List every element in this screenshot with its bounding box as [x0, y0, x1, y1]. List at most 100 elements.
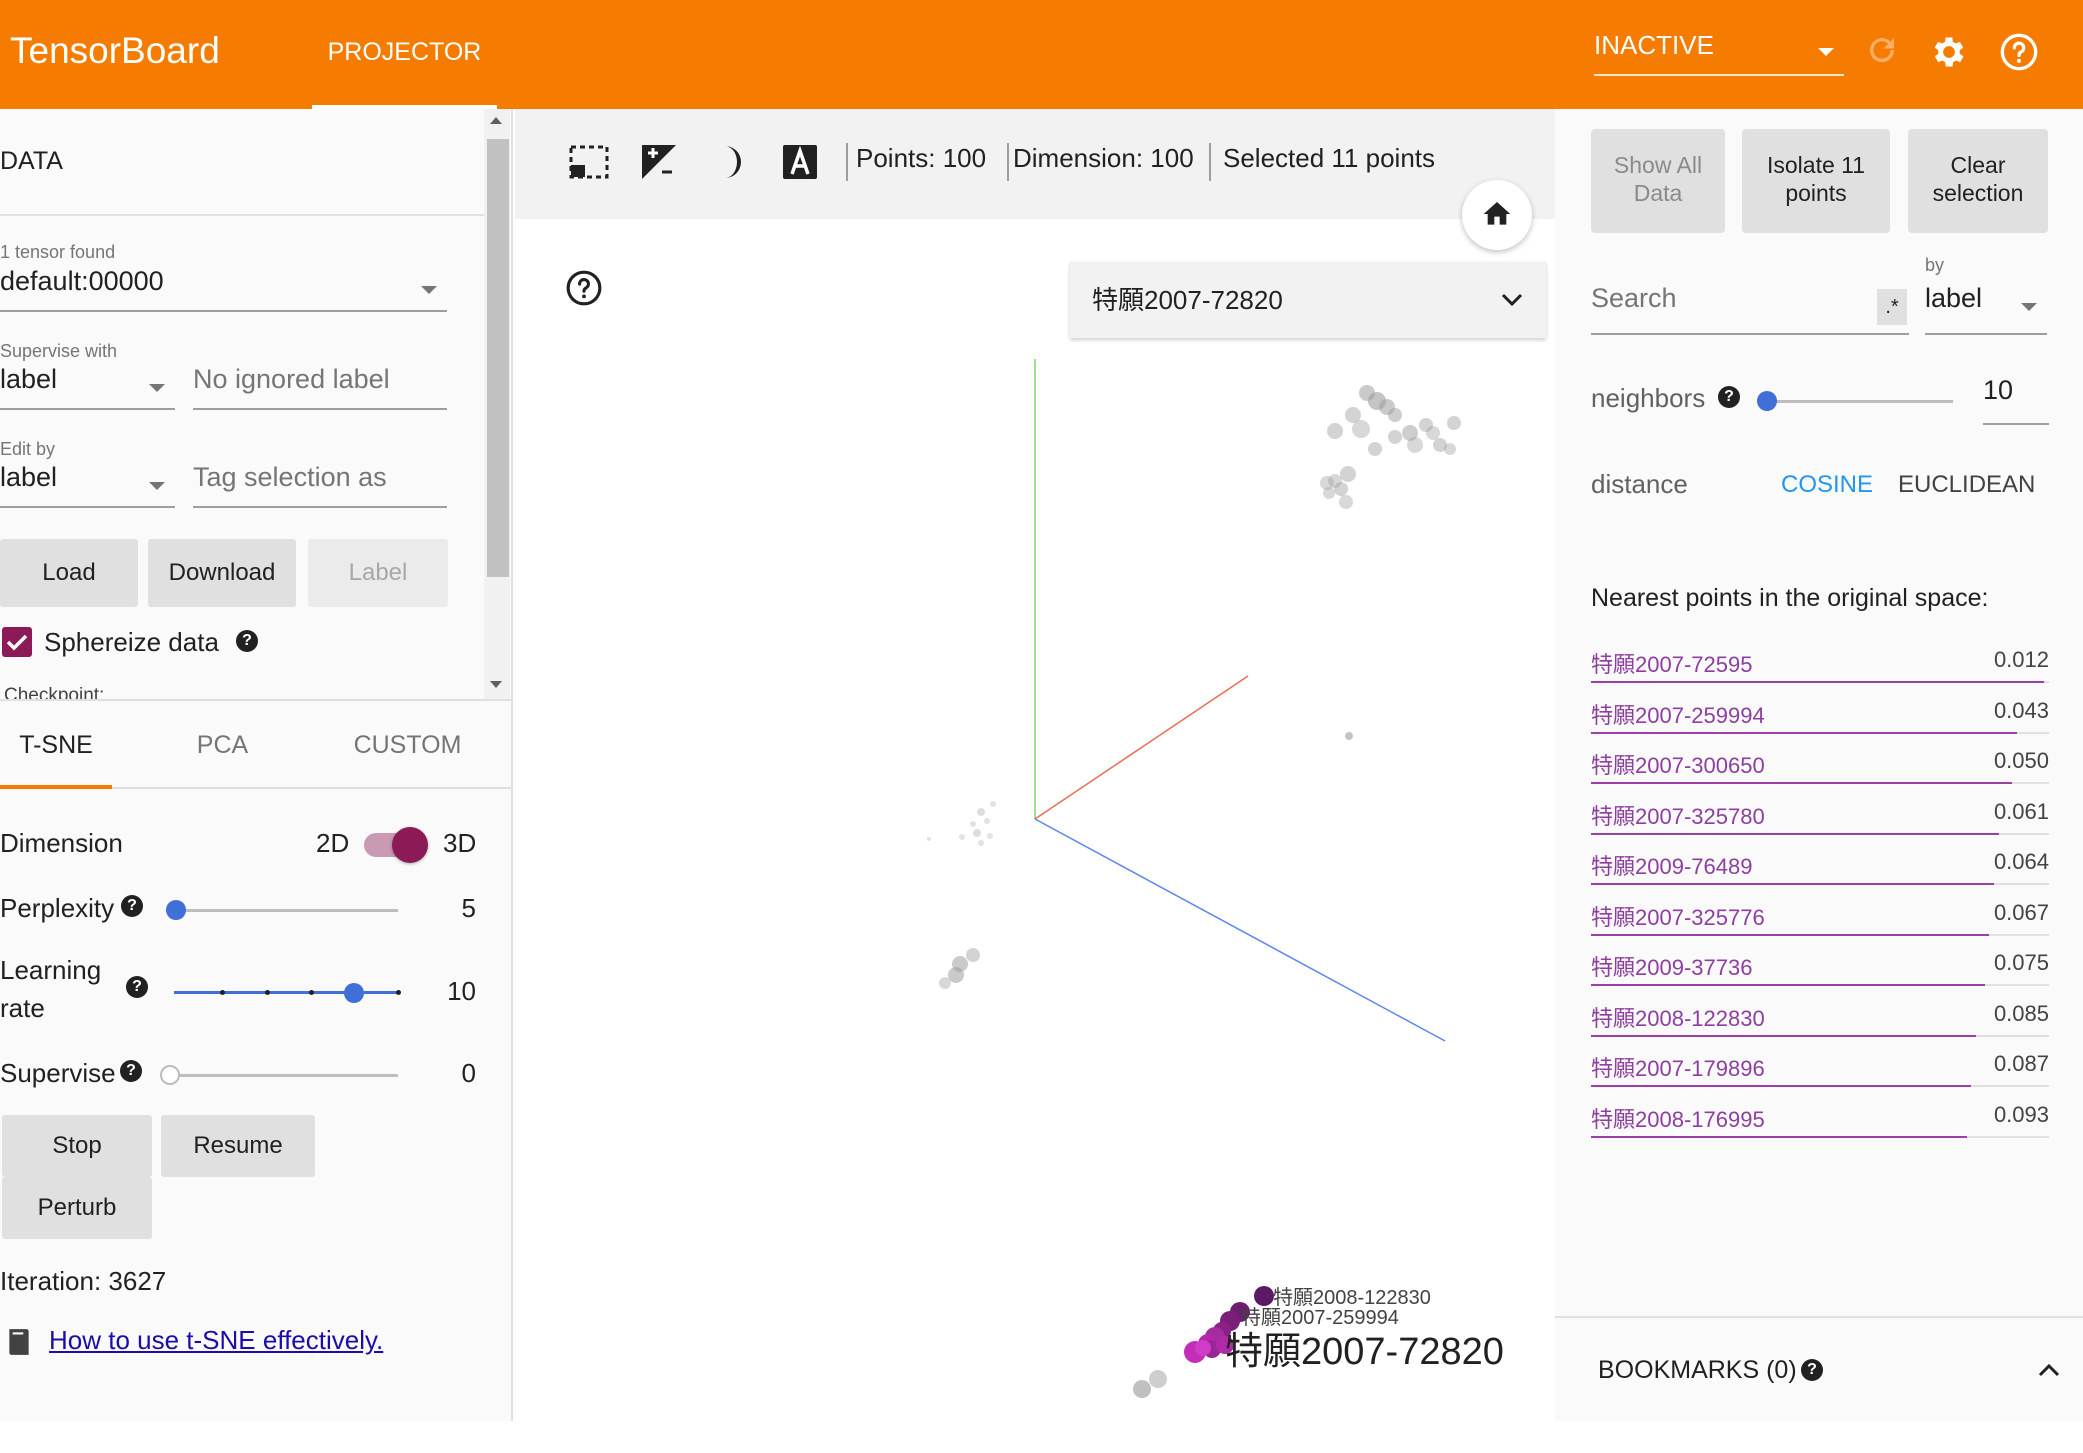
- points-count: Points: 100: [856, 143, 987, 173]
- perplexity-slider-thumb[interactable]: [166, 900, 186, 920]
- chevron-up-icon[interactable]: [2037, 1362, 2061, 1378]
- clear-selection-button[interactable]: Clear selection: [1908, 129, 2048, 233]
- tab-tsne[interactable]: T-SNE: [0, 701, 112, 789]
- run-select[interactable]: INACTIVE: [1594, 30, 1844, 76]
- show-all-data-button[interactable]: Show All Data: [1591, 129, 1725, 233]
- resume-button[interactable]: Resume: [161, 1115, 315, 1177]
- help-icon[interactable]: ?: [236, 630, 258, 652]
- nearest-label[interactable]: 特願2008-122830: [1591, 1001, 1765, 1033]
- nearest-label[interactable]: 特願2007-300650: [1591, 748, 1765, 780]
- scatter-3d-canvas[interactable]: 特願2008-122830 特願2007-259994 特願2007-72820: [515, 219, 1555, 1421]
- nearest-row[interactable]: 特願2007-325780 0.061: [1591, 793, 2049, 843]
- help-icon[interactable]: ?: [126, 976, 148, 998]
- nearest-label[interactable]: 特願2008-176995: [1591, 1102, 1765, 1134]
- learning-rate-slider[interactable]: [174, 991, 400, 994]
- nearest-label[interactable]: 特願2007-72595: [1591, 647, 1752, 679]
- help-icon[interactable]: [565, 269, 603, 307]
- toolbar-separator: [846, 143, 848, 181]
- projection-scene[interactable]: 特願2008-122830 特願2007-259994 特願2007-72820: [515, 219, 1555, 1421]
- perturb-button[interactable]: Perturb: [2, 1177, 152, 1239]
- neighbors-input[interactable]: 10: [1983, 375, 2049, 425]
- sphereize-checkbox[interactable]: [2, 627, 32, 657]
- tsne-howto-link[interactable]: How to use t-SNE effectively.: [49, 1325, 383, 1356]
- nearest-distance: 0.075: [1993, 950, 2049, 975]
- nearest-row[interactable]: 特願2007-259994 0.043: [1591, 692, 2049, 742]
- edit-by-select[interactable]: label: [0, 462, 175, 508]
- gear-icon[interactable]: [1929, 32, 1969, 72]
- tab-projector[interactable]: PROJECTOR: [312, 0, 497, 109]
- button-line: Isolate 11: [1766, 152, 1866, 178]
- nearest-row[interactable]: 特願2008-176995 0.093: [1591, 1096, 2049, 1146]
- search-input[interactable]: Search: [1591, 283, 1909, 335]
- dimension-count: Dimension: 100: [1013, 143, 1194, 173]
- label-select[interactable]: 特願2007-72820: [1070, 262, 1546, 338]
- z-axis: [1034, 818, 1446, 1042]
- perplexity-slider[interactable]: [176, 909, 398, 912]
- nearest-row[interactable]: 特願2007-179896 0.087: [1591, 1045, 2049, 1095]
- button-line: Show All: [1613, 152, 1703, 178]
- distance-label: distance: [1591, 469, 1688, 499]
- tensor-select[interactable]: default:00000: [0, 266, 447, 312]
- help-icon[interactable]: ?: [121, 895, 143, 917]
- nearest-label[interactable]: 特願2007-325776: [1591, 900, 1765, 932]
- data-section: DATA 1 tensor found default:00000 Superv…: [0, 109, 513, 699]
- home-button[interactable]: [1462, 180, 1532, 250]
- label-button[interactable]: Label: [308, 539, 448, 607]
- supervise-select-value: label: [0, 364, 58, 394]
- help-icon[interactable]: ?: [1718, 386, 1740, 408]
- supervise-slider[interactable]: [168, 1074, 398, 1077]
- scroll-down-icon[interactable]: [490, 681, 502, 688]
- select-rectangle-icon[interactable]: [569, 143, 609, 181]
- download-button[interactable]: Download: [148, 539, 296, 607]
- search-by-select[interactable]: label: [1925, 283, 2047, 335]
- tab-pca[interactable]: PCA: [150, 701, 295, 789]
- nearest-label[interactable]: 特願2007-325780: [1591, 799, 1765, 831]
- night-mode-icon[interactable]: [640, 143, 678, 181]
- left-panel: DATA 1 tensor found default:00000 Superv…: [0, 109, 513, 1421]
- scroll-up-icon[interactable]: [490, 117, 502, 124]
- labels-toggle-icon[interactable]: [781, 143, 819, 181]
- distance-bar: [1591, 883, 1994, 885]
- chevron-down-icon: [421, 286, 437, 294]
- bookmarks-title: BOOKMARKS (0): [1598, 1356, 1797, 1384]
- learning-rate-slider-thumb[interactable]: [344, 983, 364, 1003]
- moon-icon[interactable]: [713, 143, 747, 181]
- chevron-down-icon: [149, 384, 165, 392]
- ignored-label-input[interactable]: No ignored label: [193, 364, 447, 410]
- supervise-select[interactable]: label: [0, 364, 175, 410]
- help-icon[interactable]: ?: [120, 1060, 142, 1082]
- nearest-row[interactable]: 特願2009-76489 0.064: [1591, 843, 2049, 893]
- neighbors-slider[interactable]: [1767, 400, 1953, 403]
- distance-bar: [1591, 1085, 1971, 1087]
- help-icon[interactable]: [1999, 32, 2039, 72]
- bookmarks-panel[interactable]: BOOKMARKS (0) ?: [1555, 1316, 2083, 1421]
- projector-toolbar: Points: 100 Dimension: 100 Selected 11 p…: [515, 109, 1555, 219]
- reload-icon[interactable]: [1864, 32, 1900, 68]
- nearest-label[interactable]: 特願2009-37736: [1591, 950, 1752, 982]
- tab-custom[interactable]: CUSTOM: [335, 701, 480, 789]
- regex-toggle[interactable]: .*: [1877, 289, 1907, 325]
- help-icon[interactable]: ?: [1801, 1359, 1823, 1381]
- isolate-points-button[interactable]: Isolate 11 points: [1742, 129, 1890, 233]
- stop-button[interactable]: Stop: [2, 1115, 152, 1177]
- nearest-row[interactable]: 特願2007-300650 0.050: [1591, 742, 2049, 792]
- nearest-row[interactable]: 特願2009-37736 0.075: [1591, 944, 2049, 994]
- nearest-row[interactable]: 特願2008-122830 0.085: [1591, 995, 2049, 1045]
- run-select-value: INACTIVE: [1594, 30, 1714, 60]
- dimension-toggle-thumb[interactable]: [392, 827, 428, 863]
- neighbors-slider-thumb[interactable]: [1757, 391, 1777, 411]
- cosine-button[interactable]: COSINE: [1781, 471, 1873, 499]
- perplexity-label: Perplexity: [0, 893, 115, 923]
- nearest-label[interactable]: 特願2007-259994: [1591, 698, 1765, 730]
- nearest-label[interactable]: 特願2009-76489: [1591, 849, 1752, 881]
- tag-selection-input[interactable]: Tag selection as: [193, 462, 447, 508]
- nearest-row[interactable]: 特願2007-325776 0.067: [1591, 894, 2049, 944]
- nearest-row[interactable]: 特願2007-72595 0.012: [1591, 641, 2049, 691]
- nearest-distance: 0.093: [1993, 1101, 2049, 1127]
- dimension-label: Dimension: [0, 828, 123, 858]
- nearest-label[interactable]: 特願2007-179896: [1591, 1051, 1765, 1083]
- scrollbar-thumb[interactable]: [487, 139, 509, 577]
- load-button[interactable]: Load: [0, 539, 138, 607]
- supervise-slider-thumb[interactable]: [160, 1065, 180, 1085]
- euclidean-button[interactable]: EUCLIDEAN: [1898, 471, 2035, 499]
